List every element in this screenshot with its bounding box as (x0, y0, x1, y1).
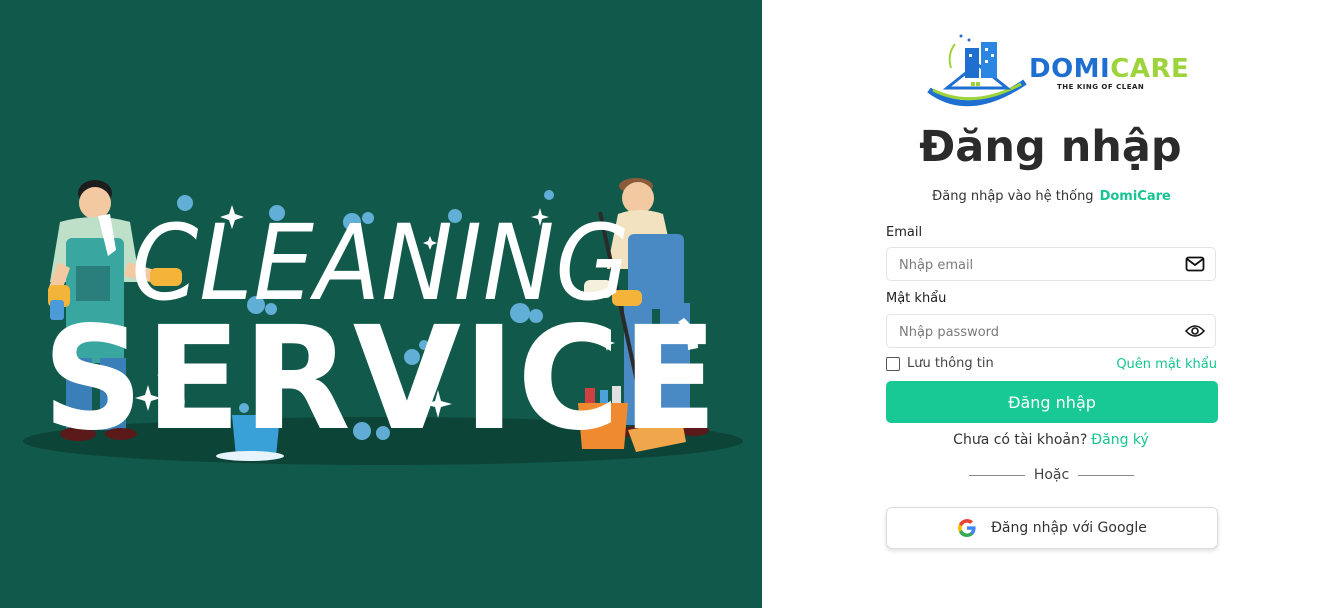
divider-line-right (1078, 474, 1134, 476)
password-input[interactable] (897, 315, 1171, 349)
eye-icon[interactable] (1185, 322, 1205, 340)
google-button-label: Đăng nhập với Google (991, 520, 1147, 536)
google-login-button[interactable]: Đăng nhập với Google (886, 507, 1218, 549)
brand-tagline: THE KING OF CLEAN (1057, 83, 1145, 91)
google-icon (958, 519, 976, 537)
email-field-wrapper (886, 247, 1216, 282)
page-subtitle: Đăng nhập vào hệ thống DomiCare (762, 189, 1319, 204)
remember-checkbox[interactable] (886, 356, 900, 371)
email-label: Email (886, 225, 923, 240)
or-divider: Hoặc (969, 465, 1134, 485)
signup-prompt: Chưa có tài khoản? Đăng ký (762, 432, 1319, 448)
page-title: Đăng nhập (919, 122, 1182, 172)
brand-name-part2: CARE (1110, 54, 1190, 84)
subtitle-brand: DomiCare (1099, 189, 1171, 204)
forgot-password-link[interactable]: Quên mật khẩu (1116, 357, 1217, 372)
divider-line-left (969, 474, 1025, 476)
password-field-wrapper (886, 314, 1216, 349)
password-label: Mật khẩu (886, 291, 947, 306)
brand-name-part1: DOMI (1029, 54, 1111, 84)
or-text: Hoặc (1033, 467, 1070, 483)
envelope-icon (1185, 256, 1205, 272)
remember-me[interactable]: Lưu thông tin (886, 356, 994, 371)
signup-link[interactable]: Đăng ký (1091, 432, 1149, 448)
brand-name: DOMICARE (1029, 54, 1189, 84)
login-panel: DOMICARE THE KING OF CLEAN Đăng nhập Đăn… (762, 0, 1319, 608)
hero-banner: CLEANING SERVICE (0, 0, 762, 608)
hero-headline-service: SERVICE (42, 296, 720, 463)
login-button[interactable]: Đăng nhập (886, 381, 1218, 423)
no-account-text: Chưa có tài khoản? (953, 432, 1088, 448)
remember-label: Lưu thông tin (907, 356, 994, 371)
email-input[interactable] (897, 248, 1171, 282)
subtitle-text: Đăng nhập vào hệ thống (932, 189, 1094, 204)
